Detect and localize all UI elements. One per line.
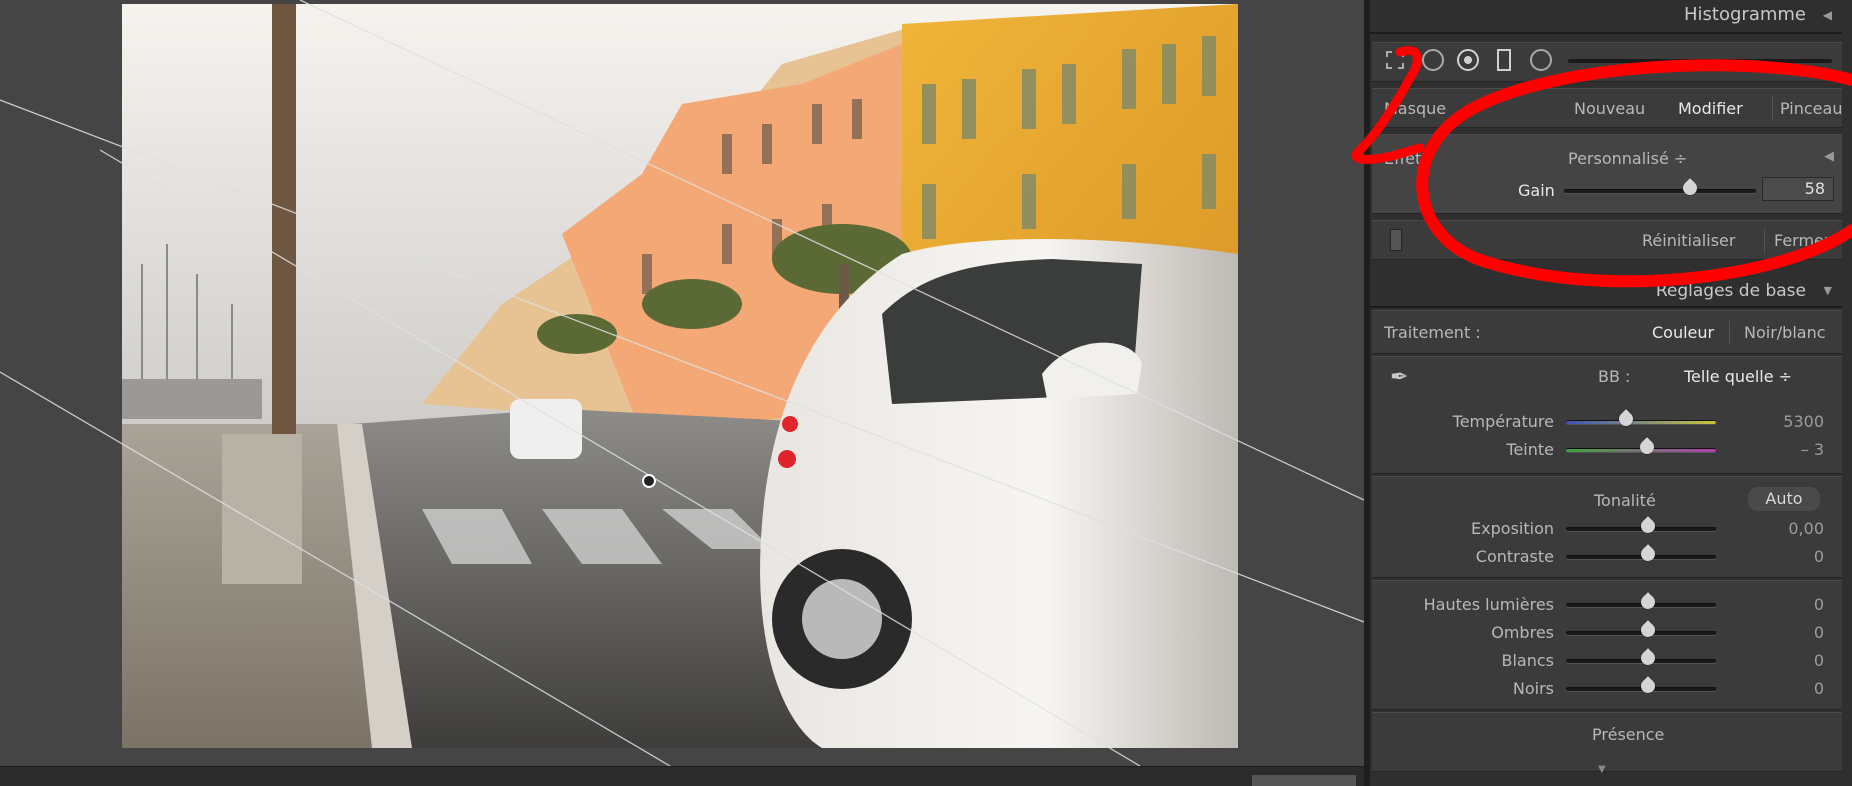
- gain-slider[interactable]: [1564, 189, 1756, 193]
- wb-label: BB :: [1598, 367, 1631, 386]
- highlights-slider[interactable]: [1566, 603, 1716, 607]
- crop-icon[interactable]: [1386, 51, 1404, 69]
- mask-row: Masque Nouveau Modifier Pinceau: [1372, 88, 1842, 128]
- histogram-title: Histogramme: [1684, 4, 1806, 25]
- bw-treatment-button[interactable]: Noir/blanc: [1744, 323, 1826, 342]
- gain-label: Gain: [1518, 181, 1555, 200]
- gain-value-field[interactable]: 58: [1762, 177, 1834, 201]
- effect-label: Effet :: [1384, 149, 1432, 168]
- histogram-header[interactable]: Histogramme ◀: [1370, 0, 1842, 30]
- highlights-label: Hautes lumières: [1423, 595, 1554, 614]
- contrast-slider[interactable]: [1566, 555, 1716, 559]
- shadows-slider[interactable]: [1566, 631, 1716, 635]
- color-treatment-button[interactable]: Couleur: [1652, 323, 1714, 342]
- mask-brush-button[interactable]: Pinceau: [1780, 99, 1842, 118]
- tint-value[interactable]: – 3: [1752, 440, 1824, 459]
- basic-title: Réglages de base: [1655, 281, 1806, 301]
- right-panel: Histogramme ◀ Masque Nouveau Modifier Pi…: [1370, 0, 1852, 786]
- tool-strip: [1372, 42, 1842, 82]
- whites-value[interactable]: 0: [1752, 651, 1824, 670]
- wb-dropdown[interactable]: Telle quelle ÷: [1684, 367, 1792, 386]
- toolbar-button[interactable]: [1252, 775, 1356, 786]
- presence-label: Présence: [1592, 725, 1665, 744]
- white-balance-section: ✒ BB : Telle quelle ÷ Température 5300 T…: [1372, 356, 1842, 474]
- basic-header[interactable]: Réglages de base ▼: [1370, 276, 1842, 306]
- image-canvas[interactable]: [0, 0, 1364, 766]
- blacks-label: Noirs: [1512, 679, 1554, 698]
- filmstrip-toolbar: [0, 766, 1364, 786]
- red-eye-icon[interactable]: [1457, 49, 1479, 71]
- mask-edit-button[interactable]: Modifier: [1678, 99, 1743, 118]
- whites-slider[interactable]: [1566, 659, 1716, 663]
- treatment-label: Traitement :: [1384, 323, 1481, 342]
- collapse-left-icon[interactable]: ◀: [1823, 0, 1832, 30]
- spot-removal-icon[interactable]: [1422, 49, 1444, 71]
- presence-section: Présence: [1372, 712, 1842, 772]
- panel-scroll-arrow-icon[interactable]: ▼: [1598, 764, 1606, 775]
- exposure-label: Exposition: [1471, 519, 1554, 538]
- tone-label: Tonalité: [1594, 491, 1656, 510]
- radial-filter-pin[interactable]: [642, 474, 656, 488]
- whites-label: Blancs: [1501, 651, 1555, 670]
- mask-label: Masque: [1384, 99, 1447, 118]
- contrast-label: Contraste: [1475, 547, 1554, 566]
- reset-button[interactable]: Réinitialiser: [1642, 231, 1735, 250]
- blacks-slider[interactable]: [1566, 687, 1716, 691]
- temperature-label: Température: [1452, 412, 1554, 431]
- highlights-value[interactable]: 0: [1752, 595, 1824, 614]
- eyedropper-icon[interactable]: ✒: [1390, 365, 1420, 395]
- tint-label: Teinte: [1506, 440, 1554, 459]
- effect-collapse-icon[interactable]: ◀: [1824, 149, 1834, 164]
- contrast-value[interactable]: 0: [1752, 547, 1824, 566]
- tint-slider[interactable]: [1566, 448, 1716, 452]
- tone-section: Tonalité Auto Exposition 0,00 Contraste …: [1372, 476, 1842, 578]
- radial-filter-icon[interactable]: [1530, 49, 1552, 71]
- adjustment-brush-slider[interactable]: [1568, 59, 1832, 63]
- shadows-value[interactable]: 0: [1752, 623, 1824, 642]
- treatment-row: Traitement : Couleur Noir/blanc: [1372, 310, 1842, 354]
- collapse-down-icon[interactable]: ▼: [1824, 276, 1832, 306]
- tone-detail-section: Hautes lumières 0 Ombres 0 Blancs 0 Noir…: [1372, 580, 1842, 710]
- exposure-slider[interactable]: [1566, 527, 1716, 531]
- auto-tone-button[interactable]: Auto: [1748, 487, 1820, 511]
- effect-preset-dropdown[interactable]: Personnalisé ÷: [1568, 149, 1687, 168]
- blacks-value[interactable]: 0: [1752, 679, 1824, 698]
- effect-footer: Réinitialiser Fermer: [1372, 220, 1842, 260]
- exposure-value[interactable]: 0,00: [1752, 519, 1824, 538]
- radial-filter-overlay[interactable]: [0, 0, 1364, 766]
- temperature-value[interactable]: 5300: [1752, 412, 1824, 431]
- temperature-slider[interactable]: [1566, 420, 1716, 424]
- toggle-switch-icon[interactable]: [1390, 229, 1402, 251]
- close-button[interactable]: Fermer: [1774, 231, 1830, 250]
- effect-section: Effet : Personnalisé ÷ ◀ Gain 58: [1372, 134, 1842, 214]
- mask-new-button[interactable]: Nouveau: [1574, 99, 1645, 118]
- lightroom-develop-window: Histogramme ◀ Masque Nouveau Modifier Pi…: [0, 0, 1852, 786]
- shadows-label: Ombres: [1491, 623, 1554, 642]
- graduated-filter-icon[interactable]: [1497, 49, 1511, 71]
